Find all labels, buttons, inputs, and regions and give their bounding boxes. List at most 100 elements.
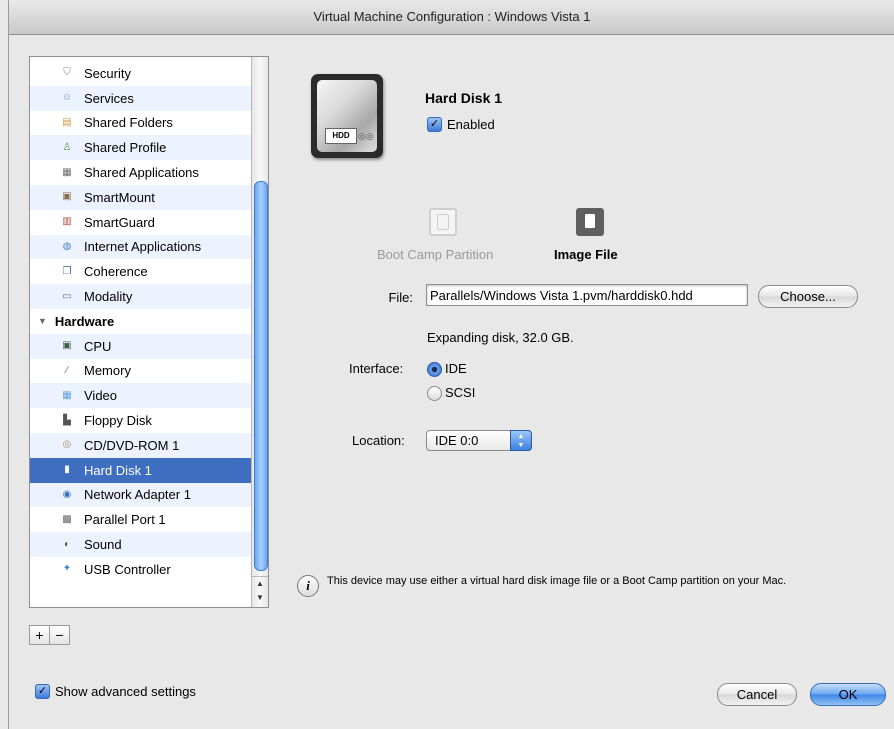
sidebar-item-label: Modality	[84, 289, 133, 305]
sidebar-item-label: SmartGuard	[84, 214, 155, 230]
cancel-button[interactable]: Cancel	[717, 683, 797, 706]
sidebar-item-label: Shared Folders	[84, 115, 173, 131]
interface-label: Interface:	[349, 361, 404, 376]
enabled-checkbox[interactable]: ✓	[427, 117, 442, 132]
file-label: File:	[388, 290, 413, 305]
sidebar-item-parallel-port-1[interactable]: ▩ Parallel Port 1	[30, 507, 251, 532]
coherence-icon: ❐	[62, 265, 72, 277]
file-path-field[interactable]: Parallels/Windows Vista 1.pvm/harddisk0.…	[426, 284, 748, 306]
sidebar-item-label: Network Adapter 1	[84, 487, 191, 503]
interface-scsi-radio[interactable]	[427, 386, 442, 401]
enabled-toggle[interactable]: ✓ Enabled	[427, 117, 495, 132]
boot-camp-partition-label[interactable]: Boot Camp Partition	[377, 247, 493, 262]
smartmount-icon: ▣	[62, 191, 72, 203]
video-icon: ▦	[62, 389, 72, 401]
sidebar-item-label: Sound	[84, 537, 122, 553]
sidebar-item-label: Services	[84, 90, 134, 106]
image-file-icon[interactable]	[576, 208, 604, 236]
info-text: This device may use either a virtual har…	[327, 575, 787, 587]
image-file-label[interactable]: Image File	[554, 247, 618, 262]
boot-camp-partition-icon[interactable]	[429, 208, 457, 236]
device-title: Hard Disk 1	[425, 90, 503, 106]
sidebar-item-services[interactable]: ☺ Services	[30, 85, 251, 111]
cd-dvd-icon: ◎	[62, 439, 72, 451]
sidebar-item-network-adapter-1[interactable]: ◉ Network Adapter 1	[30, 482, 251, 508]
sidebar-item-label: USB Controller	[84, 561, 171, 577]
sidebar-item-label: CPU	[84, 338, 112, 354]
select-arrows-icon[interactable]: ▲ ▼	[510, 430, 532, 451]
cpu-icon: ▣	[62, 340, 72, 352]
sidebar-item-label: Hard Disk 1	[84, 462, 152, 478]
interface-ide-label[interactable]: IDE	[445, 361, 467, 376]
sidebar-group-hardware[interactable]: ▼ Hardware	[30, 309, 251, 334]
scroll-up-icon[interactable]: ▲	[252, 577, 268, 591]
info-icon: i	[297, 575, 319, 597]
sidebar-item-label: SmartMount	[84, 189, 155, 205]
sidebar-item-shared-applications[interactable]: ▦ Shared Applications	[30, 160, 251, 185]
parallel-port-icon: ▩	[62, 513, 72, 525]
location-label: Location:	[352, 433, 405, 448]
shared-folders-icon: ▤	[62, 116, 72, 128]
sidebar-item-label: Parallel Port 1	[84, 512, 166, 528]
sidebar-item-coherence[interactable]: ❐ Coherence	[30, 259, 251, 284]
sidebar-item-modality[interactable]: ▭ Modality	[30, 284, 251, 309]
network-adapter-icon: ◉	[62, 488, 72, 500]
add-remove-control: + −	[29, 625, 70, 645]
interface-scsi-label[interactable]: SCSI	[445, 385, 475, 400]
advanced-checkbox[interactable]: ✓	[35, 684, 50, 699]
enabled-label: Enabled	[447, 117, 495, 132]
sidebar-item-label: CD/DVD-ROM 1	[84, 437, 180, 453]
sound-icon: ◐	[63, 538, 71, 550]
sidebar-item-cd-dvd-rom-1[interactable]: ◎ CD/DVD-ROM 1	[30, 432, 251, 458]
floppy-disk-icon: ▙	[63, 414, 71, 426]
location-select[interactable]: IDE 0:0 ▲ ▼	[426, 430, 532, 451]
memory-icon: ⁄	[66, 364, 68, 376]
scroll-arrows[interactable]: ▲ ▼	[252, 576, 268, 607]
usb-icon: ✦	[62, 563, 72, 575]
show-advanced-settings[interactable]: ✓ Show advanced settings	[35, 684, 196, 699]
scroll-down-icon[interactable]: ▼	[252, 591, 268, 605]
services-icon: ☺	[61, 92, 73, 104]
sidebar-item-label: Floppy Disk	[84, 413, 152, 429]
location-value: IDE 0:0	[435, 433, 479, 448]
hard-disk-image-icon: HDD ◎◎	[311, 74, 383, 158]
sidebar-item-security[interactable]: ⛉ Security	[30, 61, 251, 86]
disk-info-text: Expanding disk, 32.0 GB.	[427, 330, 574, 345]
sidebar-list: ⛉ Security ☺ Services ▤ Shared Folders ♙ Shared…	[30, 61, 251, 582]
disclosure-triangle-icon[interactable]: ▼	[38, 316, 47, 326]
sidebar-item-smartmount[interactable]: ▣ SmartMount	[30, 184, 251, 210]
sidebar-item-label: Coherence	[84, 264, 148, 280]
sidebar-item-cpu[interactable]: ▣ CPU	[30, 333, 251, 359]
sidebar-item-memory[interactable]: ⁄ Memory	[30, 359, 251, 384]
sidebar-item-label: Memory	[84, 363, 131, 379]
sidebar-item-smartguard[interactable]: ▥ SmartGuard	[30, 210, 251, 235]
sidebar-item-shared-folders[interactable]: ▤ Shared Folders	[30, 111, 251, 136]
sidebar-item-video[interactable]: ▦ Video	[30, 383, 251, 409]
settings-sidebar: ⛉ Security ☺ Services ▤ Shared Folders ♙ Shared…	[29, 56, 269, 608]
modality-icon: ▭	[62, 290, 72, 302]
sidebar-item-label: Security	[84, 65, 131, 81]
sidebar-item-label: Shared Applications	[84, 165, 199, 181]
shared-applications-icon: ▦	[62, 166, 72, 178]
add-device-button[interactable]: +	[30, 626, 49, 644]
sidebar-item-hard-disk-1[interactable]: ▮ Hard Disk 1	[30, 457, 251, 483]
sidebar-scrollbar[interactable]: ▲ ▼	[251, 57, 268, 607]
remove-device-button[interactable]: −	[49, 626, 69, 644]
sidebar-item-usb-controller[interactable]: ✦ USB Controller	[30, 557, 251, 582]
advanced-label: Show advanced settings	[55, 684, 196, 699]
sidebar-item-label: Hardware	[54, 313, 115, 329]
sidebar-item-label: Internet Applications	[84, 239, 202, 255]
sidebar-item-sound[interactable]: ◐ Sound	[30, 532, 251, 557]
sidebar-item-shared-profile[interactable]: ♙ Shared Profile	[30, 135, 251, 161]
shared-profile-icon: ♙	[62, 141, 72, 153]
ok-button[interactable]: OK	[810, 683, 886, 706]
sidebar-item-label: Video	[84, 388, 118, 404]
choose-button[interactable]: Choose...	[758, 285, 858, 308]
shield-icon: ⛉	[63, 67, 71, 79]
sidebar-item-internet-applications[interactable]: ◍ Internet Applications	[30, 234, 251, 260]
sidebar-item-floppy-disk[interactable]: ▙ Floppy Disk	[30, 408, 251, 433]
interface-ide-radio[interactable]	[427, 362, 442, 377]
config-window: Virtual Machine Configuration : Windows …	[8, 0, 894, 729]
scrollbar-thumb[interactable]	[254, 181, 268, 571]
window-title: Virtual Machine Configuration : Windows …	[9, 0, 894, 35]
